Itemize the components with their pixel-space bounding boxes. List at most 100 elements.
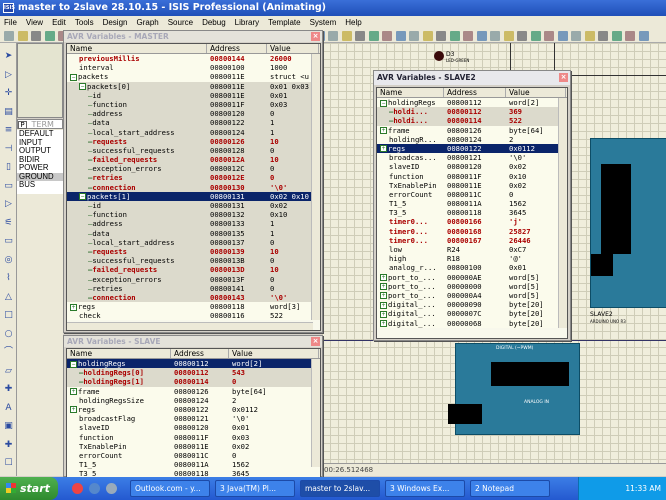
variable-row[interactable]: broadcastFlag 00800121 '\0' — [67, 414, 320, 424]
toolbar-button-icon[interactable] — [409, 31, 419, 41]
menu-template[interactable]: Template — [268, 16, 300, 29]
start-button[interactable]: start — [0, 477, 58, 500]
menu-design[interactable]: Design — [103, 16, 128, 29]
taskbar-button[interactable]: 3 Windows Ex... — [385, 480, 465, 497]
expand-icon[interactable]: + — [380, 292, 387, 300]
collapse-icon[interactable]: − — [380, 99, 387, 107]
collapse-icon[interactable]: − — [79, 193, 86, 201]
variable-row[interactable]: slaveID 00800120 0x02 — [377, 162, 567, 172]
variable-row[interactable]: errorCount 0080011C 0 — [377, 189, 567, 200]
variable-row[interactable]: —id 0080011E 0x01 — [67, 90, 320, 100]
menu-system[interactable]: System — [310, 16, 337, 29]
toolbar-button-icon[interactable] — [355, 31, 365, 41]
variable-row[interactable]: —exception_errors 0080013F 0 — [67, 274, 320, 284]
variable-row[interactable]: —local_start_address 00800137 0 — [67, 237, 320, 247]
menu-debug[interactable]: Debug — [202, 16, 226, 29]
led-d3[interactable] — [434, 51, 444, 61]
variable-row[interactable]: errorCount 0080011C 0 — [67, 450, 320, 461]
variable-row[interactable]: timer0... 00800167 26446 — [377, 235, 567, 245]
variable-row[interactable]: − holdingRegs 00800112 word[2] — [377, 98, 567, 108]
variable-row[interactable]: − holdingRegs 00800112 word[2] — [67, 359, 320, 369]
variable-row[interactable]: timer0... 00800166 'j' — [377, 217, 567, 227]
variable-row[interactable]: analog_r... 00800100 0x01 — [377, 263, 567, 273]
toolbar-button-icon[interactable] — [598, 31, 608, 41]
toolbar-button-icon[interactable] — [530, 31, 541, 41]
taskbar-button[interactable]: 2 Notepad — [470, 480, 550, 497]
mode-tool-icon[interactable]: ▯ — [3, 162, 14, 173]
toolbar-button-icon[interactable] — [328, 31, 338, 41]
mode-tool-icon[interactable]: A — [3, 403, 14, 414]
expand-icon[interactable]: + — [70, 406, 77, 414]
variable-row[interactable]: + port_to_... 000000AE word[5] — [377, 272, 567, 282]
expand-icon[interactable]: + — [380, 283, 387, 291]
toolbar-button-icon[interactable] — [422, 31, 433, 41]
expand-icon[interactable]: + — [380, 274, 387, 282]
variable-row[interactable]: —address 00800120 0 — [67, 109, 320, 119]
variable-row[interactable]: —local_start_address 00800124 1 — [67, 127, 320, 137]
toolbar-button-icon[interactable] — [463, 31, 473, 41]
window-titlebar[interactable]: AVR Variables - SLAVE2 × — [374, 71, 570, 85]
mode-tool-icon[interactable]: ○ — [3, 329, 14, 340]
expand-icon[interactable]: + — [380, 320, 387, 327]
taskbar-button[interactable]: Outlook.com - y... — [130, 480, 210, 497]
overview-window[interactable] — [17, 43, 63, 118]
variable-row[interactable]: + digital_... 00000068 byte[20] — [377, 318, 567, 328]
toolbar-button-icon[interactable] — [544, 31, 554, 41]
variable-row[interactable]: —holdi... 00800114 522 — [377, 116, 567, 126]
mode-tool-icon[interactable]: □ — [3, 310, 14, 321]
variable-row[interactable]: broadcas... 00800121 '\0' — [377, 153, 567, 163]
menu-graph[interactable]: Graph — [136, 16, 158, 29]
variable-row[interactable]: holdingRegsSize 00800124 2 — [67, 395, 320, 405]
vertical-scrollbar[interactable] — [311, 54, 320, 320]
expand-icon[interactable]: + — [380, 145, 387, 153]
toolbar-button-icon[interactable] — [476, 31, 487, 41]
variable-row[interactable]: TxEnablePin 0080011E 0x02 — [67, 441, 320, 451]
variable-row[interactable]: + frame 00800126 byte[64] — [67, 386, 320, 396]
variable-row[interactable]: timer0... 00800168 25827 — [377, 226, 567, 236]
variable-row[interactable]: + regs 00800118 word[3] — [67, 302, 320, 312]
toolbar-button-icon[interactable] — [449, 31, 460, 41]
variable-row[interactable]: —function 0080011F 0x03 — [67, 99, 320, 110]
variable-row[interactable]: high R18 '@' — [377, 254, 567, 264]
toolbar-button-icon[interactable] — [517, 31, 527, 41]
close-icon[interactable]: × — [311, 32, 320, 41]
variable-row[interactable]: + digital_... 0000007C byte[20] — [377, 309, 567, 319]
menu-file[interactable]: File — [4, 16, 17, 29]
collapse-icon[interactable]: − — [79, 83, 86, 91]
variable-row[interactable]: slaveID 00800120 0x01 — [67, 423, 320, 433]
column-header-name[interactable]: Name — [377, 88, 444, 97]
menu-view[interactable]: View — [26, 16, 43, 29]
menu-source[interactable]: Source — [168, 16, 193, 29]
variable-row[interactable]: + port_to_... 00000000 word[5] — [377, 281, 567, 291]
mode-tool-icon[interactable]: △ — [3, 292, 14, 303]
variable-row[interactable]: holdingR... 00800124 2 — [377, 134, 567, 144]
toolbar-button-icon[interactable] — [584, 31, 595, 41]
toolbar-button-icon[interactable] — [4, 31, 14, 41]
variable-row[interactable]: —holdingRegs[0] 00800112 543 — [67, 368, 320, 378]
variable-row[interactable]: —id 00800131 0x02 — [67, 201, 320, 211]
variable-row[interactable]: + frame 00800126 byte[64] — [377, 125, 567, 135]
variable-row[interactable]: —failed_requests 0080013D 10 — [67, 265, 320, 275]
toolbar-button-icon[interactable] — [436, 31, 446, 41]
variable-row[interactable]: function 0080011F 0x03 — [67, 432, 320, 442]
toolbar-button-icon[interactable] — [17, 31, 28, 41]
expand-icon[interactable]: + — [380, 301, 387, 309]
mode-tool-icon[interactable]: ✚ — [3, 440, 14, 451]
mode-tool-icon[interactable]: ▣ — [3, 421, 14, 432]
variable-row[interactable]: − packets[0] 0080011E 0x01 0x03 — [67, 81, 320, 91]
column-header-name[interactable]: Name — [67, 349, 171, 358]
column-header-address[interactable]: Address — [171, 349, 229, 358]
mode-tool-icon[interactable]: ≡ — [3, 125, 14, 136]
taskbar-button[interactable]: 3 Java(TM) Pl... — [215, 480, 295, 497]
variable-row[interactable]: —function 00800132 0x10 — [67, 210, 320, 220]
toolbar-button-icon[interactable] — [611, 31, 622, 41]
close-icon[interactable]: × — [559, 73, 568, 82]
media-quicklaunch-icon[interactable] — [106, 483, 117, 494]
toolbar-button-icon[interactable] — [395, 31, 406, 41]
window-titlebar[interactable]: AVR Variables - MASTER × — [64, 31, 322, 42]
variable-row[interactable]: T1_5 0080011A 1562 — [377, 199, 567, 209]
ie-quicklaunch-icon[interactable] — [89, 483, 100, 494]
variable-row[interactable]: + regs 00800122 0x0112 — [377, 143, 567, 154]
mode-tool-icon[interactable]: ⌒ — [3, 347, 14, 358]
menu-edit[interactable]: Edit — [52, 16, 66, 29]
